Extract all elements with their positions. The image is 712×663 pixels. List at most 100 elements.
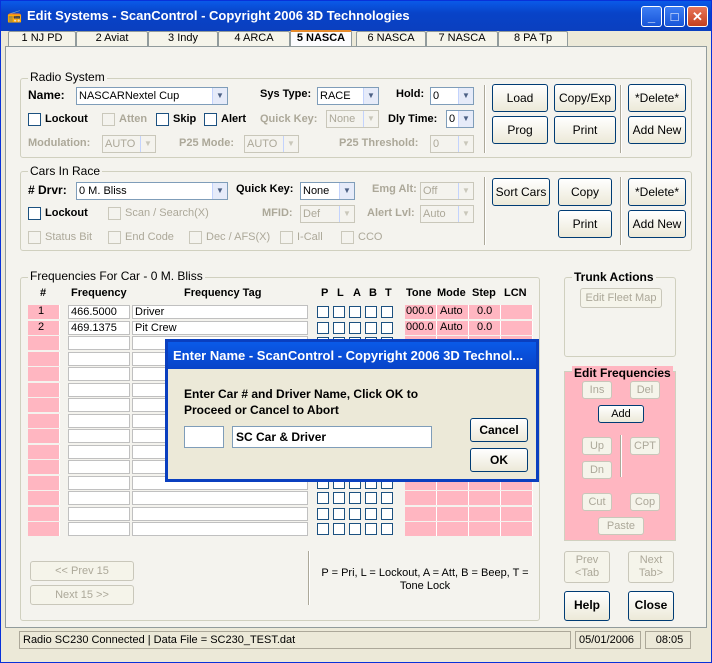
close-window-button[interactable]: ✕ xyxy=(687,6,708,27)
l-flag-checkbox[interactable] xyxy=(333,523,345,535)
p-flag-checkbox[interactable] xyxy=(317,507,329,520)
lockout-checkbox[interactable] xyxy=(28,113,41,126)
add-new-car-button[interactable]: Add New xyxy=(628,210,686,238)
next-15-button[interactable]: Next 15 >> xyxy=(30,585,134,605)
frequency-tag-cell[interactable] xyxy=(132,491,308,505)
next-tab-button[interactable]: Next Tab> xyxy=(628,551,674,583)
load-button[interactable]: Load xyxy=(492,84,548,112)
tab-5[interactable]: 5 NASCA xyxy=(290,30,352,47)
tab-2[interactable]: 2 Aviat xyxy=(76,31,148,46)
lcn-cell[interactable] xyxy=(501,522,533,536)
car-quick-key-combo[interactable]: None ▼ xyxy=(300,182,355,200)
mode-cell[interactable] xyxy=(437,522,469,536)
a-flag-checkbox[interactable] xyxy=(349,321,361,334)
status-bit-checkbox[interactable] xyxy=(28,231,41,244)
tone-cell[interactable] xyxy=(405,506,437,521)
p-flag-checkbox[interactable] xyxy=(317,321,329,334)
dn-button[interactable]: Dn xyxy=(582,461,612,479)
t-flag-checkbox[interactable] xyxy=(381,523,393,535)
tab-1[interactable]: 1 NJ PD xyxy=(8,31,76,46)
tab-3[interactable]: 3 Indy xyxy=(148,31,218,46)
tab-7[interactable]: 7 NASCA xyxy=(426,31,498,46)
emg-alt-combo[interactable]: Off ▼ xyxy=(420,182,474,200)
frequency-cell[interactable] xyxy=(68,444,130,459)
edit-fleet-map-button[interactable]: Edit Fleet Map xyxy=(580,288,662,308)
tone-cell[interactable] xyxy=(405,522,437,536)
mode-cell[interactable]: Auto xyxy=(437,305,469,319)
frequency-tag-cell[interactable]: Pit Crew xyxy=(132,320,308,335)
t-flag-checkbox[interactable] xyxy=(381,306,393,318)
frequency-cell[interactable] xyxy=(68,475,130,490)
p25-mode-combo[interactable]: AUTO ▼ xyxy=(244,135,299,153)
a-flag-checkbox[interactable] xyxy=(349,523,361,535)
frequency-cell[interactable] xyxy=(68,506,130,521)
system-name-combo[interactable]: NASCARNextel Cup ▼ xyxy=(76,87,228,105)
frequency-cell[interactable] xyxy=(68,382,130,397)
tab-4[interactable]: 4 ARCA xyxy=(218,31,290,46)
hold-combo[interactable]: 0 ▼ xyxy=(430,87,474,105)
scan-search-checkbox[interactable] xyxy=(108,207,121,220)
frequency-cell[interactable] xyxy=(68,351,130,366)
a-flag-checkbox[interactable] xyxy=(349,306,361,318)
mfid-combo[interactable]: Def ▼ xyxy=(300,205,355,223)
sort-cars-button[interactable]: Sort Cars xyxy=(492,178,550,206)
lcn-cell[interactable] xyxy=(501,305,533,319)
car-number-input[interactable] xyxy=(184,426,224,448)
frequency-cell[interactable] xyxy=(68,398,130,412)
atten-checkbox[interactable] xyxy=(102,113,115,126)
mode-cell[interactable] xyxy=(437,506,469,521)
modulation-combo[interactable]: AUTO ▼ xyxy=(102,135,156,153)
prev-tab-button[interactable]: Prev <Tab xyxy=(564,551,610,583)
p-flag-checkbox[interactable] xyxy=(317,306,329,318)
frequency-cell[interactable] xyxy=(68,429,130,443)
dly-time-combo[interactable]: 0 ▼ xyxy=(446,110,474,128)
paste-button[interactable]: Paste xyxy=(598,517,644,535)
t-flag-checkbox[interactable] xyxy=(381,507,393,520)
frequency-cell[interactable] xyxy=(68,522,130,536)
cco-checkbox[interactable] xyxy=(341,231,354,244)
lcn-cell[interactable] xyxy=(501,506,533,521)
sys-type-combo[interactable]: RACE ▼ xyxy=(317,87,379,105)
i-call-checkbox[interactable] xyxy=(280,231,293,244)
t-flag-checkbox[interactable] xyxy=(381,321,393,334)
cpt-button[interactable]: CPT xyxy=(630,437,660,455)
close-button[interactable]: Close xyxy=(628,591,674,621)
frequency-tag-cell[interactable]: Driver xyxy=(132,305,308,319)
maximize-button[interactable]: □ xyxy=(664,6,685,27)
b-flag-checkbox[interactable] xyxy=(365,321,377,334)
print-car-button[interactable]: Print xyxy=(558,210,612,238)
tone-cell[interactable] xyxy=(405,491,437,505)
title-bar[interactable]: 📻 Edit Systems - ScanControl - Copyright… xyxy=(1,1,711,31)
l-flag-checkbox[interactable] xyxy=(333,492,345,504)
p-flag-checkbox[interactable] xyxy=(317,523,329,535)
b-flag-checkbox[interactable] xyxy=(365,306,377,318)
a-flag-checkbox[interactable] xyxy=(349,507,361,520)
delete-system-button[interactable]: *Delete* xyxy=(628,84,686,112)
a-flag-checkbox[interactable] xyxy=(349,492,361,504)
del-button[interactable]: Del xyxy=(630,381,660,399)
up-button[interactable]: Up xyxy=(582,437,612,455)
t-flag-checkbox[interactable] xyxy=(381,492,393,504)
mode-cell[interactable]: Auto xyxy=(437,320,469,335)
p-flag-checkbox[interactable] xyxy=(317,492,329,504)
frequency-tag-cell[interactable] xyxy=(132,506,308,521)
driver-combo[interactable]: 0 M. Bliss ▼ xyxy=(76,182,228,200)
driver-name-input[interactable]: SC Car & Driver xyxy=(232,426,432,448)
tab-6[interactable]: 6 NASCA xyxy=(356,31,426,46)
l-flag-checkbox[interactable] xyxy=(333,306,345,318)
delete-car-button[interactable]: *Delete* xyxy=(628,178,686,206)
p25-threshold-combo[interactable]: 0 ▼ xyxy=(430,135,474,153)
frequency-cell[interactable]: 466.5000 xyxy=(68,305,130,319)
dec-afs-checkbox[interactable] xyxy=(189,231,202,244)
cancel-button[interactable]: Cancel xyxy=(470,418,528,442)
prog-button[interactable]: Prog xyxy=(492,116,548,144)
quick-key-combo[interactable]: None ▼ xyxy=(326,110,379,128)
copy-car-button[interactable]: Copy xyxy=(558,178,612,206)
prev-15-button[interactable]: << Prev 15 xyxy=(30,561,134,581)
add-frequency-button[interactable]: Add xyxy=(598,405,644,423)
end-code-checkbox[interactable] xyxy=(108,231,121,244)
frequency-cell[interactable]: 469.1375 xyxy=(68,320,130,335)
print-system-button[interactable]: Print xyxy=(554,116,616,144)
lcn-cell[interactable] xyxy=(501,320,533,335)
alert-checkbox[interactable] xyxy=(204,113,217,126)
